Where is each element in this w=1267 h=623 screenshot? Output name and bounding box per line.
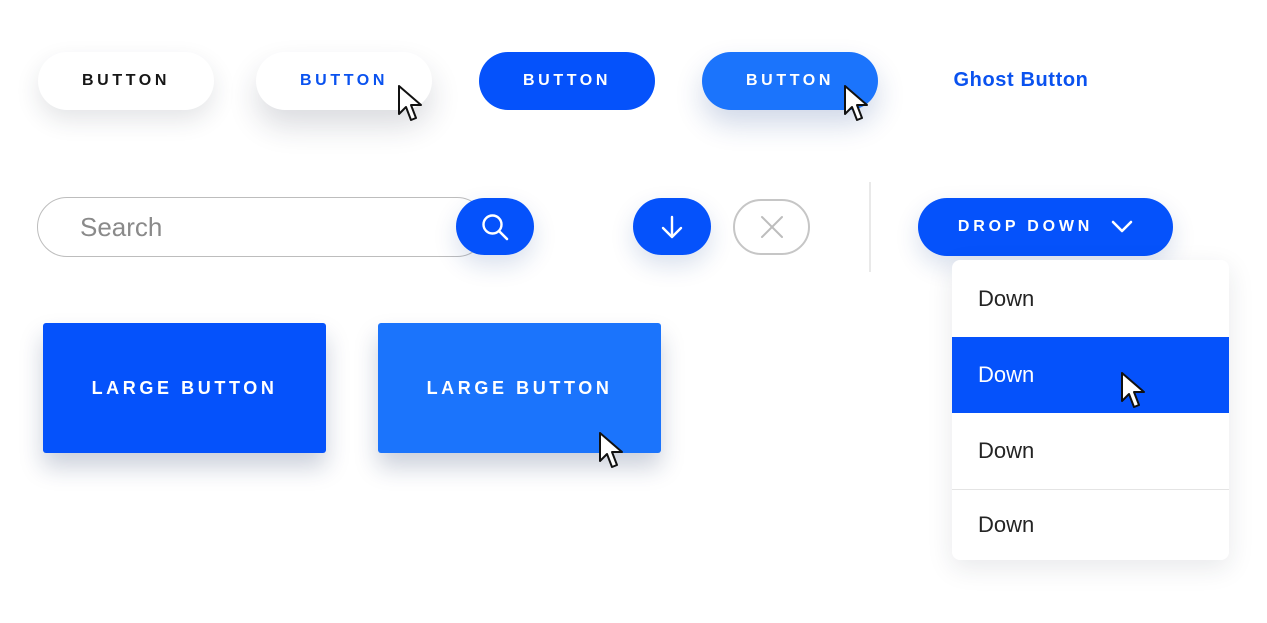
search-icon xyxy=(482,213,509,240)
large-button-label: LARGE BUTTON xyxy=(426,377,613,398)
large-button-label: LARGE BUTTON xyxy=(91,377,278,398)
button-label: BUTTON xyxy=(523,72,611,89)
dropdown-menu: Down Down Down Down xyxy=(952,260,1229,560)
dropdown-item-label: Down xyxy=(978,285,1035,311)
dropdown-item[interactable]: Down xyxy=(952,260,1229,337)
search-button[interactable] xyxy=(456,198,534,255)
button-label: BUTTON xyxy=(746,72,834,89)
dropdown-label: DROP DOWN xyxy=(957,218,1094,235)
dropdown-item-label: Down xyxy=(978,362,1035,387)
vertical-divider xyxy=(869,182,871,272)
large-button[interactable]: LARGE BUTTON xyxy=(43,323,326,453)
search-placeholder: Search xyxy=(80,211,163,242)
search-input[interactable]: Search xyxy=(37,197,487,257)
download-button[interactable] xyxy=(633,198,711,255)
dropdown-item-label: Down xyxy=(978,512,1035,537)
chevron-down-icon xyxy=(1111,220,1133,233)
button-label: BUTTON xyxy=(300,72,388,89)
dropdown-item-active[interactable]: Down xyxy=(952,337,1229,413)
ghost-button-label: Ghost Button xyxy=(953,68,1089,91)
dropdown-item-label: Down xyxy=(978,438,1035,463)
close-button[interactable] xyxy=(733,199,810,255)
button-white-hover[interactable]: BUTTON xyxy=(256,52,432,110)
dropdown-item[interactable]: Down xyxy=(952,413,1229,489)
dropdown-item[interactable]: Down xyxy=(952,490,1229,560)
large-button-hover[interactable]: LARGE BUTTON xyxy=(378,323,661,453)
button-blue[interactable]: BUTTON xyxy=(479,52,655,110)
close-icon xyxy=(760,216,783,238)
button-blue-hover[interactable]: BUTTON xyxy=(702,52,878,110)
button-label: BUTTON xyxy=(82,72,170,89)
ghost-button[interactable]: Ghost Button xyxy=(930,58,1112,102)
dropdown-button[interactable]: DROP DOWN xyxy=(918,198,1173,256)
button-white[interactable]: BUTTON xyxy=(38,52,214,110)
arrow-down-icon xyxy=(661,215,683,238)
